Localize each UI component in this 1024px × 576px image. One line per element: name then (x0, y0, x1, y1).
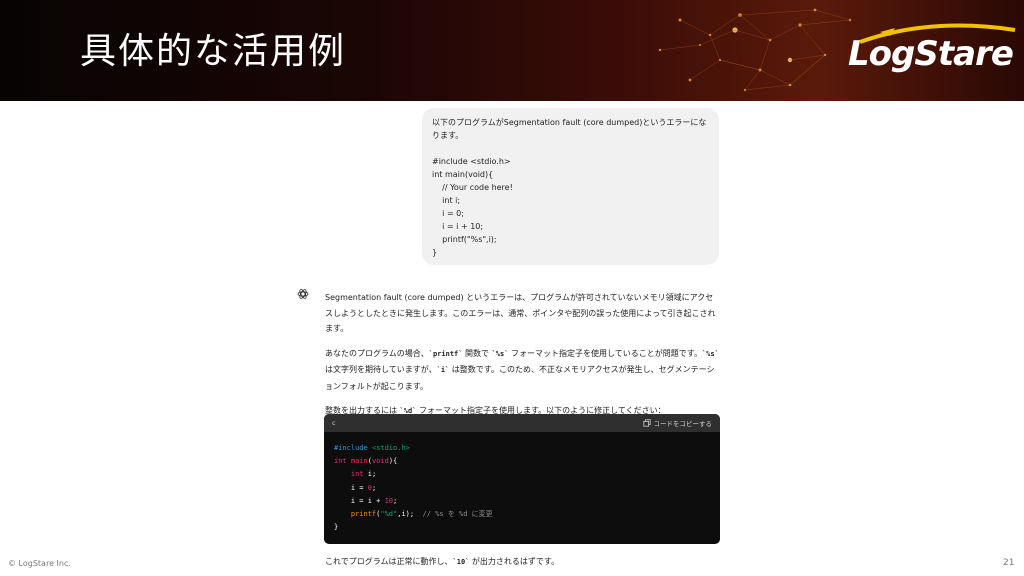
user-code-line: int i; (432, 196, 461, 205)
copy-icon (642, 419, 651, 427)
slide-title: 具体的な活用例 (80, 31, 347, 72)
user-code-line: i = i + 10; (432, 222, 484, 231)
page-number: 21 (1003, 558, 1015, 568)
code-line: } (334, 523, 339, 532)
code-line: #include <stdio.h> (334, 444, 410, 452)
user-message-bubble: 以下のプログラムがSegmentation fault (core dumped… (422, 108, 719, 265)
user-code-line: int main(void){ (432, 170, 494, 179)
user-code-line: } (432, 248, 438, 257)
code-line: int main(void){ (334, 457, 398, 466)
user-code-line: // Your code here! (432, 183, 513, 192)
code-line: int i; (350, 470, 377, 479)
copy-code-button[interactable]: コードをコピーする (642, 418, 713, 428)
copy-code-label: コードをコピーする (653, 420, 713, 428)
user-code-line: #include <stdio.h> (432, 157, 511, 166)
code-line: printf("%d",i); // %s を %d に変更 (350, 510, 493, 519)
chatgpt-icon (297, 289, 309, 299)
code-block-body: #include <stdio.h> int main(void){ int i… (324, 432, 720, 544)
code-line: i = i + 10; (350, 496, 398, 505)
footer-copyright: © LogStare Inc. (8, 559, 71, 568)
slide-header: 具体的な活用例 LogStare (0, 0, 1024, 101)
user-message-intro: 以下のプログラムがSegmentation fault (core dumped… (432, 118, 707, 140)
code-line: i = 0; (350, 483, 377, 492)
user-code-line: printf("%s",i); (432, 235, 497, 244)
assistant-answer: Segmentation fault (core dumped) というエラーは… (325, 290, 720, 429)
answer-paragraph-1: Segmentation fault (core dumped) というエラーは… (325, 293, 716, 333)
code-language-label: c (332, 419, 336, 427)
answer-final-line: これでプログラムは正常に動作し、`10` が出力されるはずです。 (325, 557, 560, 566)
logstare-logo: LogStare (848, 34, 1014, 74)
code-block-header: c コードをコピーする (324, 414, 720, 432)
answer-paragraph-2: あなたのプログラムの場合、`printf` 関数で `%s` フォーマット指定子… (325, 348, 719, 391)
user-code-line: i = 0; (432, 209, 464, 218)
code-block: c コードをコピーする #include <stdio.h> int main(… (324, 414, 720, 544)
